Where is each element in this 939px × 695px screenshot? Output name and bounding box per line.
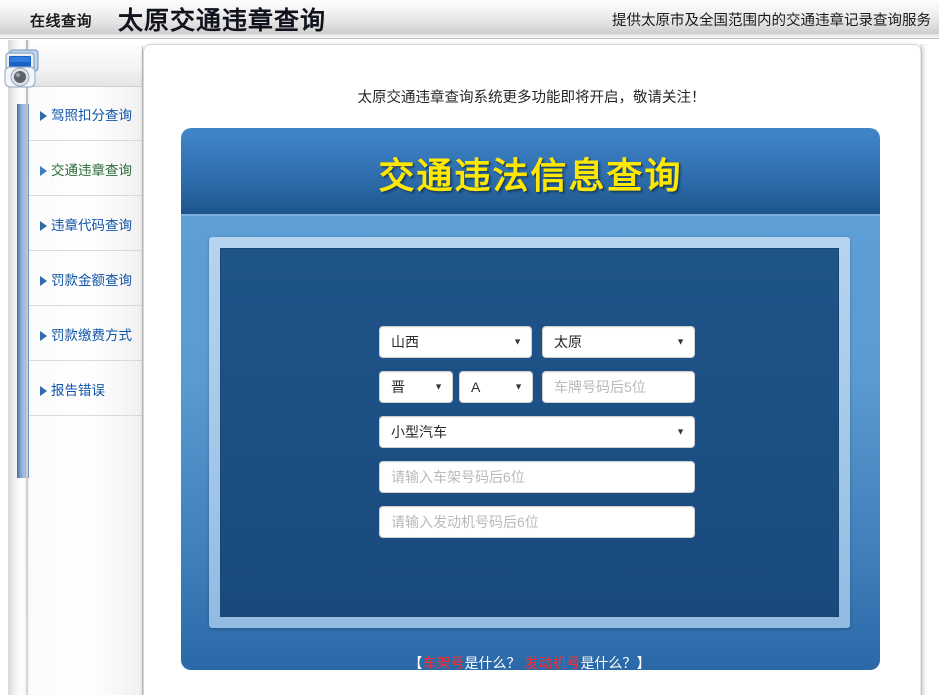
site-tagline: 提供太原市及全国范围内的交通违章记录查询服务 (612, 13, 931, 29)
sidebar-item-label: 罚款缴费方式 (51, 328, 132, 343)
help-close-bracket: 】 (636, 655, 651, 670)
plate-letter-value: A (471, 379, 481, 395)
sidebar-tab-label: 在线查询 (30, 14, 93, 30)
vehicle-type-value: 小型汽车 (391, 424, 447, 440)
help-mid-2: 是什么？ (580, 655, 637, 670)
sidebar-item-traffic-violation[interactable]: 交通违章查询 (29, 141, 142, 196)
engine-placeholder: 请输入发动机号码后6位 (391, 514, 539, 530)
page-title: 太原交通违章查询 (118, 8, 327, 35)
sidebar-item-label: 违章代码查询 (51, 218, 132, 233)
vin-input[interactable]: 请输入车架号码后6位 (379, 461, 695, 493)
city-select-value: 太原 (554, 334, 582, 350)
triangle-right-icon (40, 166, 47, 176)
sidebar-item-violation-code[interactable]: 违章代码查询 (29, 196, 142, 251)
triangle-right-icon (40, 331, 47, 341)
chevron-down-icon: ▼ (514, 381, 523, 392)
vehicle-type-select[interactable]: 小型汽车 ▼ (379, 416, 695, 448)
form-outer-frame: 山西 ▼ 太原 ▼ 晋 ▼ A ▼ 车牌号码后5位 小型汽车 ▼ 请输入车架号码… (209, 237, 850, 670)
chevron-down-icon: ▼ (434, 381, 443, 392)
triangle-right-icon (40, 111, 47, 121)
query-panel-title: 交通违法信息查询 (378, 155, 683, 196)
sidebar-item-label: 报告错误 (51, 383, 105, 398)
sidebar-item-label: 驾照扣分查询 (51, 108, 132, 123)
query-panel: 交通违法信息查询 山西 ▼ 太原 ▼ 晋 ▼ A ▼ 车牌号码后5位 小型汽车 … (181, 128, 880, 670)
chevron-down-icon: ▼ (676, 336, 685, 347)
plate-prefix-value: 晋 (391, 379, 405, 395)
plate-prefix-select[interactable]: 晋 ▼ (379, 371, 453, 403)
vin-placeholder: 请输入车架号码后6位 (391, 469, 525, 485)
vin-help-link[interactable]: 车架号 (423, 655, 465, 670)
chevron-down-icon: ▼ (676, 426, 685, 437)
query-form: 山西 ▼ 太原 ▼ 晋 ▼ A ▼ 车牌号码后5位 小型汽车 ▼ 请输入车架号码… (221, 249, 838, 670)
content-card-shadow (920, 44, 928, 695)
plate-number-input[interactable]: 车牌号码后5位 (542, 371, 695, 403)
form-inner-frame: 山西 ▼ 太原 ▼ 晋 ▼ A ▼ 车牌号码后5位 小型汽车 ▼ 请输入车架号码… (220, 248, 839, 670)
sidebar-menu: 驾照扣分查询 交通违章查询 违章代码查询 罚款金额查询 罚款缴费方式 报告错误 (29, 86, 142, 416)
province-select-value: 山西 (391, 334, 419, 350)
city-select[interactable]: 太原 ▼ (542, 326, 695, 358)
sidebar-left-divider (26, 40, 28, 695)
chevron-down-icon: ▼ (513, 336, 522, 347)
sidebar-item-payment-method[interactable]: 罚款缴费方式 (29, 306, 142, 361)
sidebar-item-label: 交通违章查询 (51, 163, 132, 178)
help-open-bracket: 【 (408, 655, 423, 670)
page-root: 太原交通违章查询 提供太原市及全国范围内的交通违章记录查询服务 在线查询 驾照扣… (0, 0, 939, 695)
triangle-right-icon (40, 386, 47, 396)
sidebar-item-report-error[interactable]: 报告错误 (29, 361, 142, 416)
plate-number-placeholder: 车牌号码后5位 (554, 379, 646, 395)
engine-input[interactable]: 请输入发动机号码后6位 (379, 506, 695, 538)
triangle-right-icon (40, 276, 47, 286)
sidebar-item-label: 罚款金额查询 (51, 273, 132, 288)
help-mid-1: 是什么？ (464, 655, 521, 670)
notice-text: 太原交通违章查询系统更多功能即将开启，敬请关注！ (357, 90, 706, 106)
sidebar-item-driver-points[interactable]: 驾照扣分查询 (29, 86, 142, 141)
help-links-line: 【车架号是什么？ 发动机号是什么？】 (221, 653, 838, 670)
query-panel-body: 山西 ▼ 太原 ▼ 晋 ▼ A ▼ 车牌号码后5位 小型汽车 ▼ 请输入车架号码… (181, 216, 880, 670)
engine-help-link[interactable]: 发动机号 (524, 655, 580, 670)
province-select[interactable]: 山西 ▼ (379, 326, 532, 358)
webcam-icon (4, 49, 39, 88)
sidebar-item-fine-amount[interactable]: 罚款金额查询 (29, 251, 142, 306)
query-panel-header: 交通违法信息查询 (181, 128, 880, 216)
plate-letter-select[interactable]: A ▼ (459, 371, 533, 403)
triangle-right-icon (40, 221, 47, 231)
